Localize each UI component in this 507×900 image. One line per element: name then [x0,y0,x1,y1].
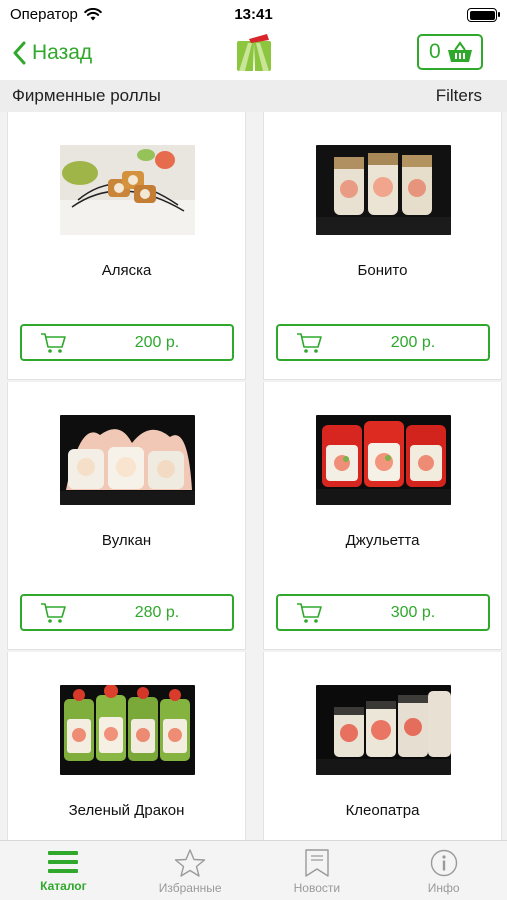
cart-count: 0 [429,40,441,63]
product-name: Аляска [101,262,152,279]
cart-button[interactable]: 0 [417,34,483,70]
product-image [60,685,195,775]
tab-label: Избранные [158,881,222,895]
product-name: Вулкан [101,532,152,549]
product-image [316,685,451,775]
product-card[interactable]: Джульетта 300 р. [263,382,502,650]
product-name: Зеленый Дракон [68,802,185,819]
tab-info[interactable]: Инфо [380,841,507,900]
filters-button[interactable]: Filters [436,86,482,106]
add-to-cart-button[interactable]: 280 р. [20,594,234,631]
product-name: Клеопатра [345,802,420,819]
add-to-cart-button[interactable]: 300 р. [276,594,490,631]
product-card[interactable]: Бонито 200 р. [263,112,502,380]
product-card[interactable]: Вулкан 280 р. [7,382,246,650]
battery-icon [467,8,500,22]
basket-icon [447,41,472,62]
chevron-left-icon [13,41,26,65]
product-grid: Аляска 200 р. Бонито 200 р. Вулкан 280 р… [0,112,507,840]
menu-lines-icon [48,851,79,873]
product-price: 280 р. [134,603,180,621]
product-price: 200 р. [390,333,436,351]
bookmark-icon [305,849,329,877]
product-name: Джульетта [345,532,420,549]
product-price: 200 р. [134,333,180,351]
product-card[interactable]: Зеленый Дракон [7,652,246,840]
product-image [60,415,195,505]
tab-label: Каталог [40,879,87,893]
add-to-cart-button[interactable]: 200 р. [20,324,234,361]
star-icon [174,849,206,877]
product-card[interactable]: Клеопатра [263,652,502,840]
tab-catalog[interactable]: Каталог [0,841,127,900]
back-label: Назад [32,41,93,64]
add-to-cart-button[interactable]: 200 р. [276,324,490,361]
status-bar: Оператор 13:41 [0,0,507,30]
category-title: Фирменные роллы [12,86,161,105]
nav-bar: Назад 0 [0,30,507,80]
tab-news[interactable]: Новости [254,841,381,900]
product-image [60,145,195,235]
product-image [316,145,451,235]
category-header: Фирменные роллы Filters [0,80,507,112]
product-card[interactable]: Аляска 200 р. [7,112,246,380]
status-time: 13:41 [234,6,273,23]
product-image [316,415,451,505]
product-price: 300 р. [390,603,436,621]
tab-favorites[interactable]: Избранные [127,841,254,900]
tab-bar: Каталог Избранные Новости Инфо [0,840,507,900]
info-icon [430,849,457,877]
product-name: Бонито [357,262,408,279]
tab-label: Новости [293,881,341,895]
back-button[interactable]: Назад [12,38,92,68]
app-logo-icon [237,34,271,71]
tab-label: Инфо [427,881,460,895]
